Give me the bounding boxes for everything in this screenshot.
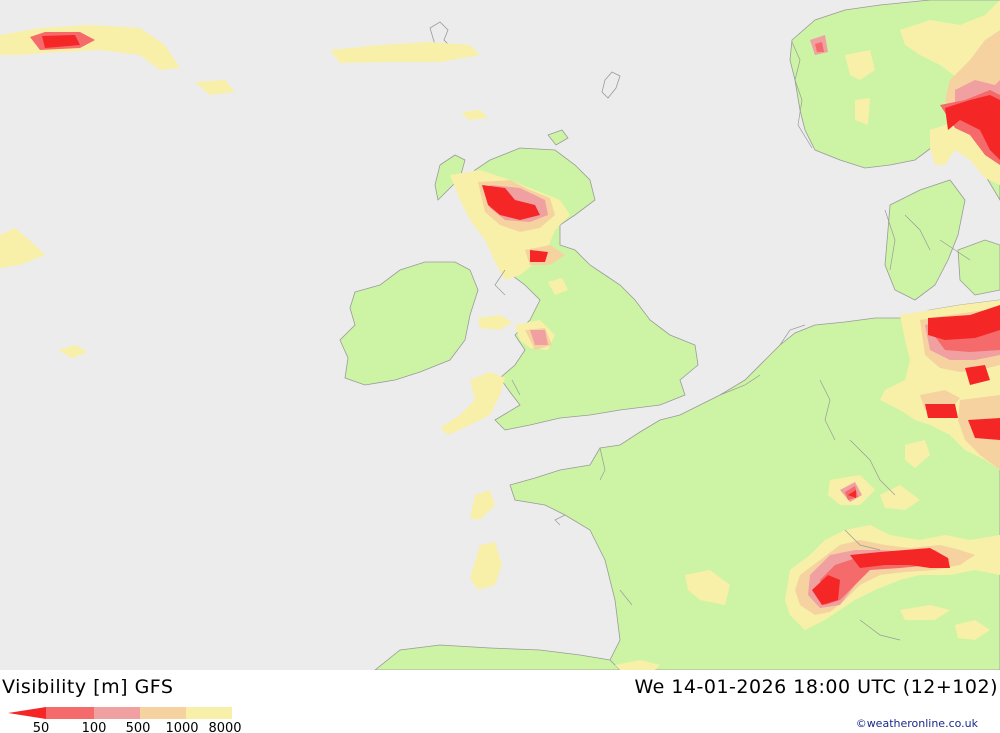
visibility-map	[0, 0, 1000, 670]
legend-swatch-100	[46, 707, 94, 719]
visibility-legend: 50 100 500 1000 8000	[8, 707, 242, 733]
legend-swatch-500	[94, 707, 140, 719]
credit-link[interactable]: ©weatheronline.co.uk	[856, 717, 978, 730]
legend-tick-50: 50	[33, 721, 50, 733]
model-label: GFS	[134, 676, 174, 698]
legend-tick-1000: 1000	[165, 721, 198, 733]
parameter-label: Visibility [m]	[2, 676, 129, 698]
map-footer: Visibility [m] GFS We 14-01-2026 18:00 U…	[0, 670, 1000, 733]
legend-swatch-50	[8, 707, 46, 719]
legend-tick-500: 500	[126, 721, 151, 733]
map-title: Visibility [m] GFS	[2, 676, 173, 698]
legend-tick-8000: 8000	[208, 721, 241, 733]
legend-swatch-8000	[186, 707, 232, 719]
valid-time-label: We 14-01-2026 18:00 UTC (12+102)	[634, 676, 998, 698]
legend-tick-100: 100	[82, 721, 107, 733]
legend-swatch-1000	[140, 707, 186, 719]
